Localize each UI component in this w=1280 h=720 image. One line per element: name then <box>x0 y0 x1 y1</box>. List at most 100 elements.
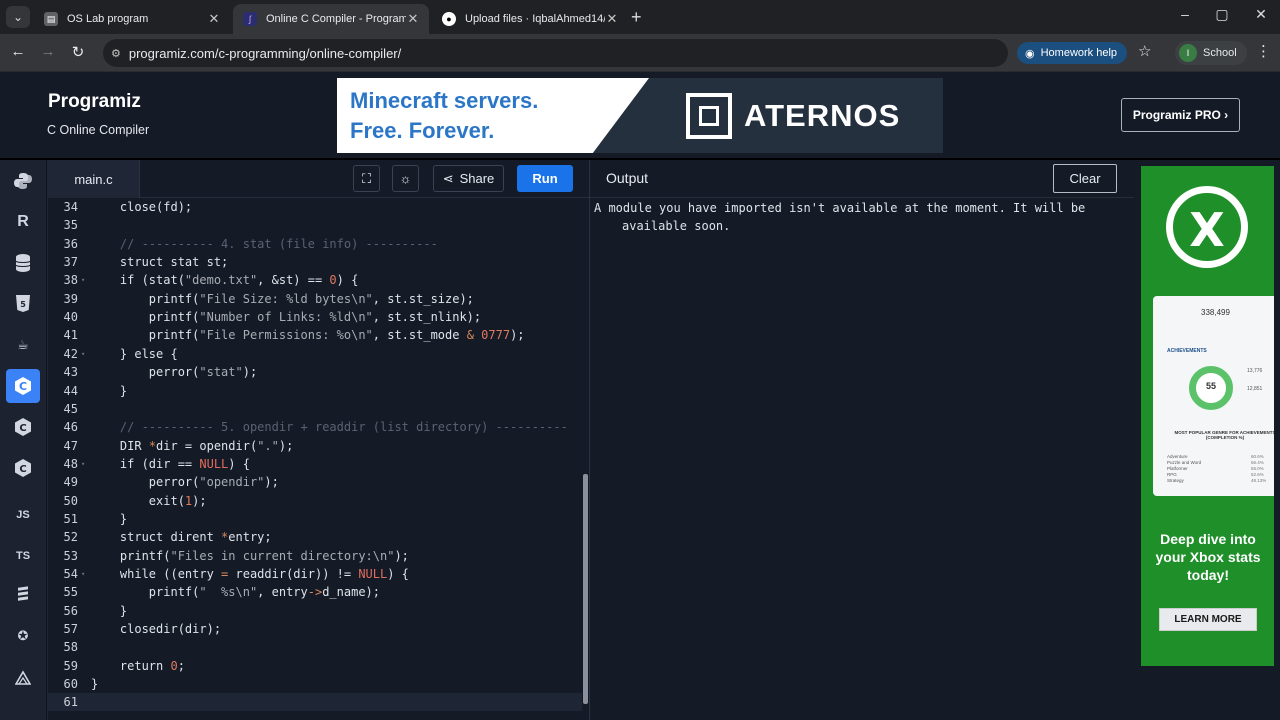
editor-scrollbar[interactable] <box>582 198 589 713</box>
scrollbar-thumb[interactable] <box>583 474 588 704</box>
genre-pct: 56.4% <box>1251 460 1264 465</box>
code-line[interactable]: 40 printf("Number of Links: %ld\n", st.s… <box>48 308 582 326</box>
code-line[interactable]: 37 struct stat st; <box>48 253 582 271</box>
typescript-icon[interactable]: TS <box>6 539 40 573</box>
fullscreen-icon[interactable]: ⛶ <box>353 165 380 192</box>
ad-banner[interactable]: Minecraft servers. Free. Forever. ATERNO… <box>337 78 943 153</box>
minimize-window-icon[interactable]: – <box>1175 6 1195 22</box>
new-tab-button[interactable]: + <box>631 7 642 28</box>
close-tab-icon[interactable]: ✕ <box>604 11 620 27</box>
code-line[interactable]: 34 close(fd); <box>48 198 582 216</box>
maximize-window-icon[interactable]: ▢ <box>1212 6 1232 23</box>
browser-menu-icon[interactable]: ⋮ <box>1256 42 1271 60</box>
code-line[interactable]: 36 // ---------- 4. stat (file info) ---… <box>48 235 582 253</box>
code-line[interactable]: 55 printf(" %s\n", entry->d_name); <box>48 583 582 601</box>
code-line[interactable]: 49 perror("opendir"); <box>48 473 582 491</box>
programiz-pro-button[interactable]: Programiz PRO › <box>1121 98 1240 132</box>
code-line[interactable]: 41 printf("File Permissions: %o\n", st.s… <box>48 326 582 344</box>
tab-search-button[interactable]: ⌄ <box>6 6 30 28</box>
line-number: 57 <box>63 622 78 637</box>
url-bar[interactable]: ⚙ programiz.com/c-programming/online-com… <box>103 39 1008 67</box>
python-icon[interactable] <box>6 164 40 198</box>
code-line[interactable]: 54 ▾ while ((entry = readdir(dir)) != NUL… <box>48 565 582 583</box>
code-line[interactable]: 35 <box>48 216 582 234</box>
fold-arrow-icon[interactable]: ▾ <box>81 565 85 583</box>
programiz-logo[interactable]: Programiz <box>48 91 141 113</box>
donut-value: 55 <box>1205 381 1216 391</box>
code-line[interactable]: 42 ▾ } else { <box>48 345 582 363</box>
code-line[interactable]: 38 ▾ if (stat("demo.txt", &st) == 0) { <box>48 271 582 289</box>
sql-icon[interactable] <box>6 246 40 280</box>
code-line[interactable]: 44 } <box>48 382 582 400</box>
code-line[interactable]: 46 // ---------- 5. opendir + readdir (l… <box>48 418 582 436</box>
code-text: DIR *dir = opendir("."); <box>91 438 294 453</box>
reload-icon[interactable]: ↻ <box>68 43 88 61</box>
code-line[interactable]: 43 perror("stat"); <box>48 363 582 381</box>
code-line[interactable]: 52 struct dirent *entry; <box>48 528 582 546</box>
fold-arrow-icon[interactable]: ▾ <box>81 455 85 473</box>
code-line[interactable]: 57 closedir(dir); <box>48 620 582 638</box>
file-tab[interactable]: main.c <box>48 160 140 198</box>
genre-label: RPG <box>1167 472 1177 477</box>
close-tab-icon[interactable]: ✕ <box>206 11 222 27</box>
bookmark-star-icon[interactable]: ☆ <box>1138 42 1151 60</box>
browser-tab-github[interactable]: ● Upload files · IqbalAhmed14/iq ✕ <box>432 4 628 34</box>
go-icon[interactable] <box>6 578 40 612</box>
code-line[interactable]: 47 DIR *dir = opendir("."); <box>48 437 582 455</box>
code-line[interactable]: 51 } <box>48 510 582 528</box>
back-arrow-icon[interactable]: ← <box>8 43 28 60</box>
svg-text:5: 5 <box>20 300 26 309</box>
csharp-icon[interactable]: C <box>6 451 40 485</box>
cpp-icon[interactable]: C <box>6 410 40 444</box>
r-icon[interactable]: R <box>6 205 40 239</box>
code-text: // ---------- 5. opendir + readdir (list… <box>119 420 568 435</box>
code-line[interactable]: 53 printf("Files in current directory:\n… <box>48 547 582 565</box>
output-text: A module you have imported isn't availab… <box>594 201 1086 233</box>
fold-arrow-icon[interactable]: ▾ <box>81 345 85 363</box>
site-info-icon[interactable]: ⚙ <box>111 47 121 60</box>
browser-tab-os-lab[interactable]: ▤ OS Lab program ✕ <box>34 4 230 34</box>
stat-a: 13,776 <box>1247 368 1263 374</box>
run-button[interactable]: Run <box>517 165 573 192</box>
xbox-ad[interactable]: X 338,499 ACHIEVEMENTS 55 13,776 12,851 … <box>1141 166 1274 666</box>
homework-help-button[interactable]: ◉ Homework help <box>1017 42 1128 64</box>
close-tab-icon[interactable]: ✕ <box>405 11 421 27</box>
code-line[interactable]: 48 ▾ if (dir == NULL) { <box>48 455 582 473</box>
share-label: Share <box>459 171 495 186</box>
fold-arrow-icon[interactable]: ▾ <box>81 271 85 289</box>
ad-line-2: Free. Forever. <box>350 118 495 143</box>
code-line[interactable]: 58 <box>48 638 582 656</box>
code-area[interactable]: 34 close(fd); 35 36 // ---------- 4. stat … <box>48 198 582 720</box>
code-line[interactable]: 45 <box>48 400 582 418</box>
code-line[interactable]: 61 <box>48 693 582 712</box>
theme-toggle-icon[interactable]: ☼ <box>392 165 419 192</box>
share-button[interactable]: ⋖ Share <box>433 165 504 192</box>
url-text: programiz.com/c-programming/online-compi… <box>128 45 402 61</box>
line-number: 50 <box>63 493 78 508</box>
code-line[interactable]: 56 } <box>48 602 582 620</box>
javascript-icon[interactable]: JS <box>6 498 40 532</box>
line-number: 55 <box>63 585 78 600</box>
code-text: closedir(dir); <box>91 622 222 637</box>
line-number: 39 <box>63 291 78 306</box>
html5-icon[interactable]: 5 <box>6 287 40 321</box>
code-line[interactable]: 59 return 0; <box>48 657 582 675</box>
line-number: 58 <box>63 640 78 655</box>
profile-button[interactable]: I School <box>1175 41 1247 65</box>
code-line[interactable]: 39 printf("File Size: %ld bytes\n", st.s… <box>48 290 582 308</box>
code-text: printf("File Size: %ld bytes\n", st.st_s… <box>91 291 474 306</box>
code-text: struct dirent *entry; <box>91 530 272 545</box>
browser-tab-programiz[interactable]: ʃ Online C Compiler - Programiz ✕ <box>233 4 429 34</box>
kotlin-icon[interactable] <box>6 660 40 694</box>
clear-button[interactable]: Clear <box>1053 164 1117 193</box>
code-line[interactable]: 50 exit(1); <box>48 492 582 510</box>
forward-arrow-icon[interactable]: → <box>38 43 58 60</box>
java-icon[interactable]: ☕ <box>6 328 40 362</box>
c-icon[interactable]: C <box>6 369 40 403</box>
code-line[interactable]: 60} <box>48 675 582 693</box>
swift-icon[interactable]: ✪ <box>6 619 40 653</box>
code-text: if (stat("demo.txt", &st) == 0) { <box>91 273 359 288</box>
learn-more-button[interactable]: LEARN MORE <box>1159 608 1257 631</box>
ad-brand: ATERNOS <box>744 98 901 133</box>
close-window-icon[interactable]: ✕ <box>1251 6 1271 23</box>
